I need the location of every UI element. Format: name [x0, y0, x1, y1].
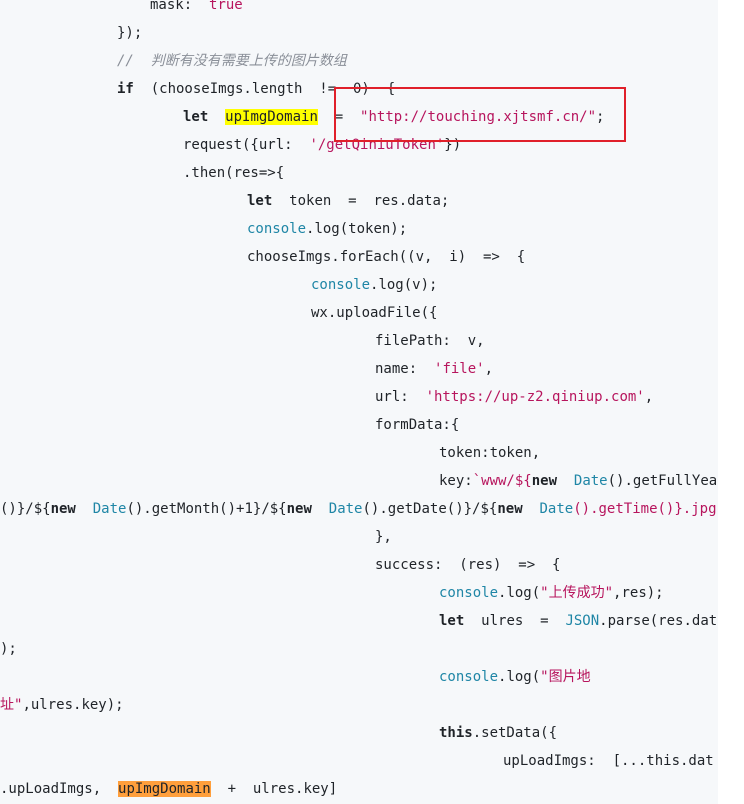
code-keyword: if: [117, 81, 134, 97]
code-builtin: console: [439, 669, 499, 685]
code-string: `www/${: [472, 473, 532, 489]
code-line-21: success: (res) => {: [375, 555, 560, 575]
code-token: token:token,: [439, 445, 541, 461]
code-token: },: [375, 529, 392, 545]
code-keyword: let: [439, 613, 465, 629]
code-line-17: token:token,: [439, 443, 540, 463]
code-token: ().getFullYea: [607, 473, 718, 489]
code-token: ,: [644, 389, 654, 405]
code-token: url:: [375, 389, 426, 405]
code-line-26: 址",ulres.key);: [0, 695, 124, 715]
code-token: .log(v);: [370, 277, 438, 293]
code-line-18: key:`www/${new Date().getFullYea: [439, 471, 717, 491]
code-token: token = res.data;: [272, 193, 450, 209]
code-token: .setData({: [472, 725, 558, 741]
code-builtin: JSON: [565, 613, 600, 629]
code-token: true: [209, 0, 243, 13]
code-token: formData:{: [375, 417, 460, 433]
code-token: name:: [375, 361, 435, 377]
code-keyword: new: [531, 473, 558, 489]
code-line-23: let ulres = JSON.parse(res.dat: [439, 611, 717, 631]
code-token: filePath: v,: [375, 333, 485, 349]
code-token: ().getMonth()+1}/${: [126, 501, 287, 517]
code-keyword: new: [286, 501, 312, 517]
code-token: });: [117, 25, 143, 41]
code-string: 'https://up-z2.qiniup.com': [425, 389, 645, 405]
code-comment-line: // 判断有没有需要上传的图片数组: [117, 51, 347, 71]
code-keyword: new: [50, 501, 76, 517]
code-token: .upLoadImgs,: [0, 781, 119, 797]
code-token: key:: [439, 473, 473, 489]
code-line-7: .then(res=>{: [183, 163, 284, 183]
code-line-11: console.log(v);: [311, 275, 437, 295]
code-token: );: [0, 641, 17, 657]
code-string: ().getTime()}.jpg`: [573, 501, 718, 517]
code-string: "上传成功": [540, 585, 614, 601]
code-builtin: console: [247, 221, 307, 237]
code-line-1: mask: true: [150, 0, 243, 15]
code-token: success: (res) => {: [375, 557, 561, 573]
code-token: ulres =: [464, 613, 566, 629]
code-line-25: console.log("图片地: [439, 667, 591, 687]
code-line-10: chooseImgs.forEach((v, i) => {: [247, 247, 525, 267]
code-token: ().getDate()}/${: [362, 501, 498, 517]
code-token: ,ulres.key);: [22, 697, 124, 713]
code-block: mask: true }); // 判断有没有需要上传的图片数组 if (cho…: [0, 0, 718, 804]
code-token: ()}/${: [0, 501, 51, 517]
code-line-9: console.log(token);: [247, 219, 407, 239]
code-token: .then(res=>{: [183, 165, 285, 181]
code-token: .parse(res.dat: [599, 613, 718, 629]
code-line-2: });: [117, 23, 142, 43]
code-token: upLoadImgs: [...this.dat: [503, 753, 714, 769]
code-line-20: },: [375, 527, 392, 547]
code-keyword: new: [497, 501, 523, 517]
code-builtin: console: [439, 585, 499, 601]
code-line-16: formData:{: [375, 415, 459, 435]
code-line-8: let token = res.data;: [247, 191, 449, 211]
code-builtin: console: [311, 277, 371, 293]
code-string: "图片地: [540, 669, 591, 685]
code-line-27: this.setData({: [439, 723, 557, 743]
code-string: 'file': [434, 361, 485, 377]
code-builtin: Date: [573, 473, 608, 489]
code-token: ,res);: [613, 585, 664, 601]
annotation-box: [334, 87, 626, 142]
code-line-24: );: [0, 639, 17, 659]
code-keyword: let: [247, 193, 273, 209]
code-comment: // 判断有没有需要上传的图片数组: [117, 53, 347, 69]
page-margin: [718, 0, 744, 804]
code-line-28: upLoadImgs: [...this.dat: [503, 751, 714, 771]
code-keyword: this: [439, 725, 473, 741]
code-line-22: console.log("上传成功",res);: [439, 583, 664, 603]
code-token: .log(: [498, 669, 541, 685]
code-builtin: Date: [92, 501, 127, 517]
code-builtin: Date: [328, 501, 363, 517]
code-token: chooseImgs.forEach((v, i) => {: [247, 249, 526, 265]
code-string: 址": [0, 697, 23, 713]
code-line-14: name: 'file',: [375, 359, 493, 379]
code-token: mask:: [150, 0, 210, 13]
code-token: ,: [484, 361, 494, 377]
code-line-19: ()}/${new Date().getMonth()+1}/${new Dat…: [0, 499, 718, 519]
code-line-12: wx.uploadFile({: [311, 303, 437, 323]
code-token: wx.uploadFile({: [311, 305, 438, 321]
code-builtin: Date: [539, 501, 574, 517]
highlighted-variable: upImgDomain: [225, 109, 318, 125]
code-token: .log(: [498, 585, 541, 601]
code-keyword: let: [183, 109, 209, 125]
code-token: request({url:: [183, 137, 310, 153]
code-line-29: .upLoadImgs, upImgDomain + ulres.key]: [0, 779, 337, 799]
code-line-13: filePath: v,: [375, 331, 485, 351]
code-token: + ulres.key]: [210, 781, 338, 797]
highlighted-variable: upImgDomain: [118, 781, 211, 797]
code-line-15: url: 'https://up-z2.qiniup.com',: [375, 387, 653, 407]
code-token: .log(token);: [306, 221, 408, 237]
